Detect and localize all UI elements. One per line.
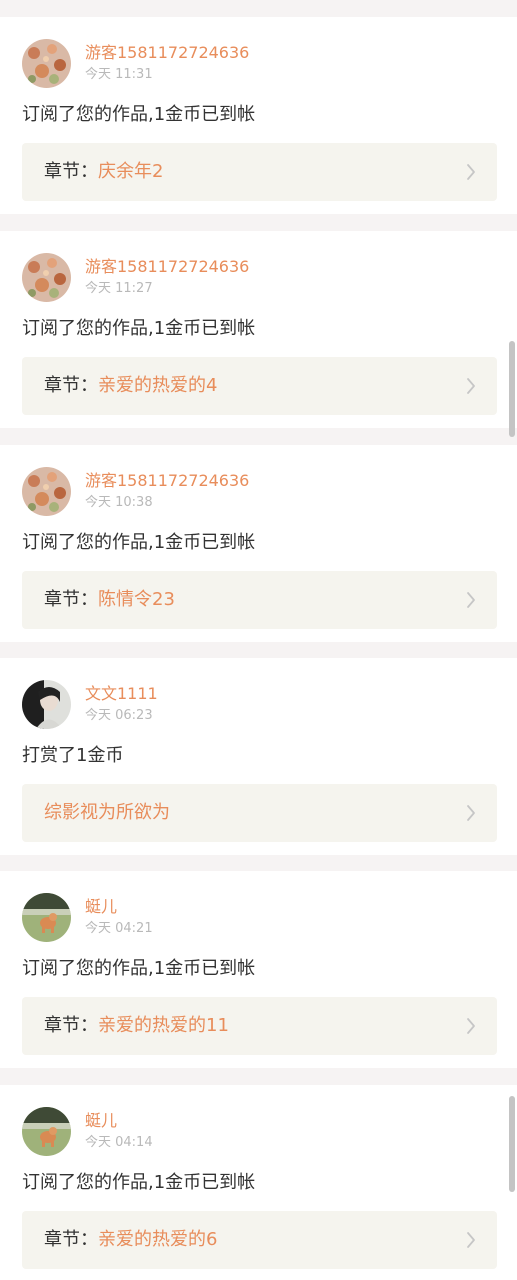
notification-message: 打赏了1金币 <box>22 745 124 766</box>
scrollbar-thumb[interactable] <box>509 1096 515 1192</box>
chapter-link-text: 章节：亲爱的热爱的4 <box>44 374 217 398</box>
notification-message: 订阅了您的作品,1金币已到帐 <box>22 532 256 553</box>
chapter-link-text: 章节：庆余年2 <box>44 160 163 184</box>
chevron-right-icon <box>467 378 475 394</box>
chevron-right-icon <box>467 164 475 180</box>
chevron-right-icon <box>467 1018 475 1034</box>
timestamp: 今天 06:23 <box>85 708 153 723</box>
notification-card: 游客1581172724636 今天 11:27 订阅了您的作品,1金币已到帐 … <box>0 231 517 428</box>
chapter-link-text: 章节：亲爱的热爱的6 <box>44 1228 217 1252</box>
notification-feed: 游客1581172724636 今天 11:31 订阅了您的作品,1金币已到帐 … <box>0 0 517 1280</box>
chapter-title: 亲爱的热爱的6 <box>98 1229 218 1250</box>
chapter-label: 章节： <box>44 589 98 610</box>
timestamp: 今天 11:27 <box>85 281 153 296</box>
scrollbar-thumb[interactable] <box>509 341 515 437</box>
chapter-label: 章节： <box>44 161 98 182</box>
flower-avatar-icon[interactable] <box>22 467 71 516</box>
timestamp: 今天 04:21 <box>85 921 153 936</box>
notification-card: 游客1581172724636 今天 10:38 订阅了您的作品,1金币已到帐 … <box>0 445 517 642</box>
notification-message: 订阅了您的作品,1金币已到帐 <box>22 104 256 125</box>
username[interactable]: 游客1581172724636 <box>85 43 249 63</box>
chapter-link-text: 章节：亲爱的热爱的11 <box>44 1014 229 1038</box>
chevron-right-icon <box>467 592 475 608</box>
username[interactable]: 蜓儿 <box>85 1111 117 1131</box>
chapter-link[interactable]: 章节：亲爱的热爱的6 <box>22 1211 497 1269</box>
dog-avatar-icon[interactable] <box>22 893 71 942</box>
flower-avatar-icon[interactable] <box>22 39 71 88</box>
timestamp: 今天 04:14 <box>85 1135 153 1150</box>
notification-card: 文文1111 今天 06:23 打赏了1金币 综影视为所欲为 <box>0 658 517 855</box>
notification-message: 订阅了您的作品,1金币已到帐 <box>22 958 256 979</box>
flower-avatar-icon[interactable] <box>22 253 71 302</box>
dog-avatar-icon[interactable] <box>22 1107 71 1156</box>
notification-card: 游客1581172724636 今天 11:31 订阅了您的作品,1金币已到帐 … <box>0 17 517 214</box>
notification-message: 订阅了您的作品,1金币已到帐 <box>22 1172 256 1193</box>
chapter-link[interactable]: 章节：陈情令23 <box>22 571 497 629</box>
timestamp: 今天 11:31 <box>85 67 153 82</box>
chapter-link[interactable]: 章节：亲爱的热爱的4 <box>22 357 497 415</box>
work-link-text: 综影视为所欲为 <box>44 801 170 825</box>
username[interactable]: 文文1111 <box>85 684 158 704</box>
notification-card: 蜓儿 今天 04:21 订阅了您的作品,1金币已到帐 章节：亲爱的热爱的11 <box>0 871 517 1068</box>
notification-card: 蜓儿 今天 04:14 订阅了您的作品,1金币已到帐 章节：亲爱的热爱的6 <box>0 1085 517 1280</box>
chapter-title: 陈情令23 <box>98 589 175 610</box>
chapter-link-text: 章节：陈情令23 <box>44 588 175 612</box>
chapter-link[interactable]: 章节：亲爱的热爱的11 <box>22 997 497 1055</box>
notification-message: 订阅了您的作品,1金币已到帐 <box>22 318 256 339</box>
chapter-title: 亲爱的热爱的4 <box>98 375 218 396</box>
chapter-link[interactable]: 章节：庆余年2 <box>22 143 497 201</box>
portrait-avatar-icon[interactable] <box>22 680 71 729</box>
work-title: 综影视为所欲为 <box>44 802 170 823</box>
chapter-label: 章节： <box>44 375 98 396</box>
chapter-label: 章节： <box>44 1229 98 1250</box>
chapter-label: 章节： <box>44 1015 98 1036</box>
username[interactable]: 游客1581172724636 <box>85 471 249 491</box>
chevron-right-icon <box>467 1232 475 1248</box>
work-link[interactable]: 综影视为所欲为 <box>22 784 497 842</box>
username[interactable]: 游客1581172724636 <box>85 257 249 277</box>
timestamp: 今天 10:38 <box>85 495 153 510</box>
chevron-right-icon <box>467 805 475 821</box>
chapter-title: 亲爱的热爱的11 <box>98 1015 229 1036</box>
username[interactable]: 蜓儿 <box>85 897 117 917</box>
chapter-title: 庆余年2 <box>98 161 164 182</box>
